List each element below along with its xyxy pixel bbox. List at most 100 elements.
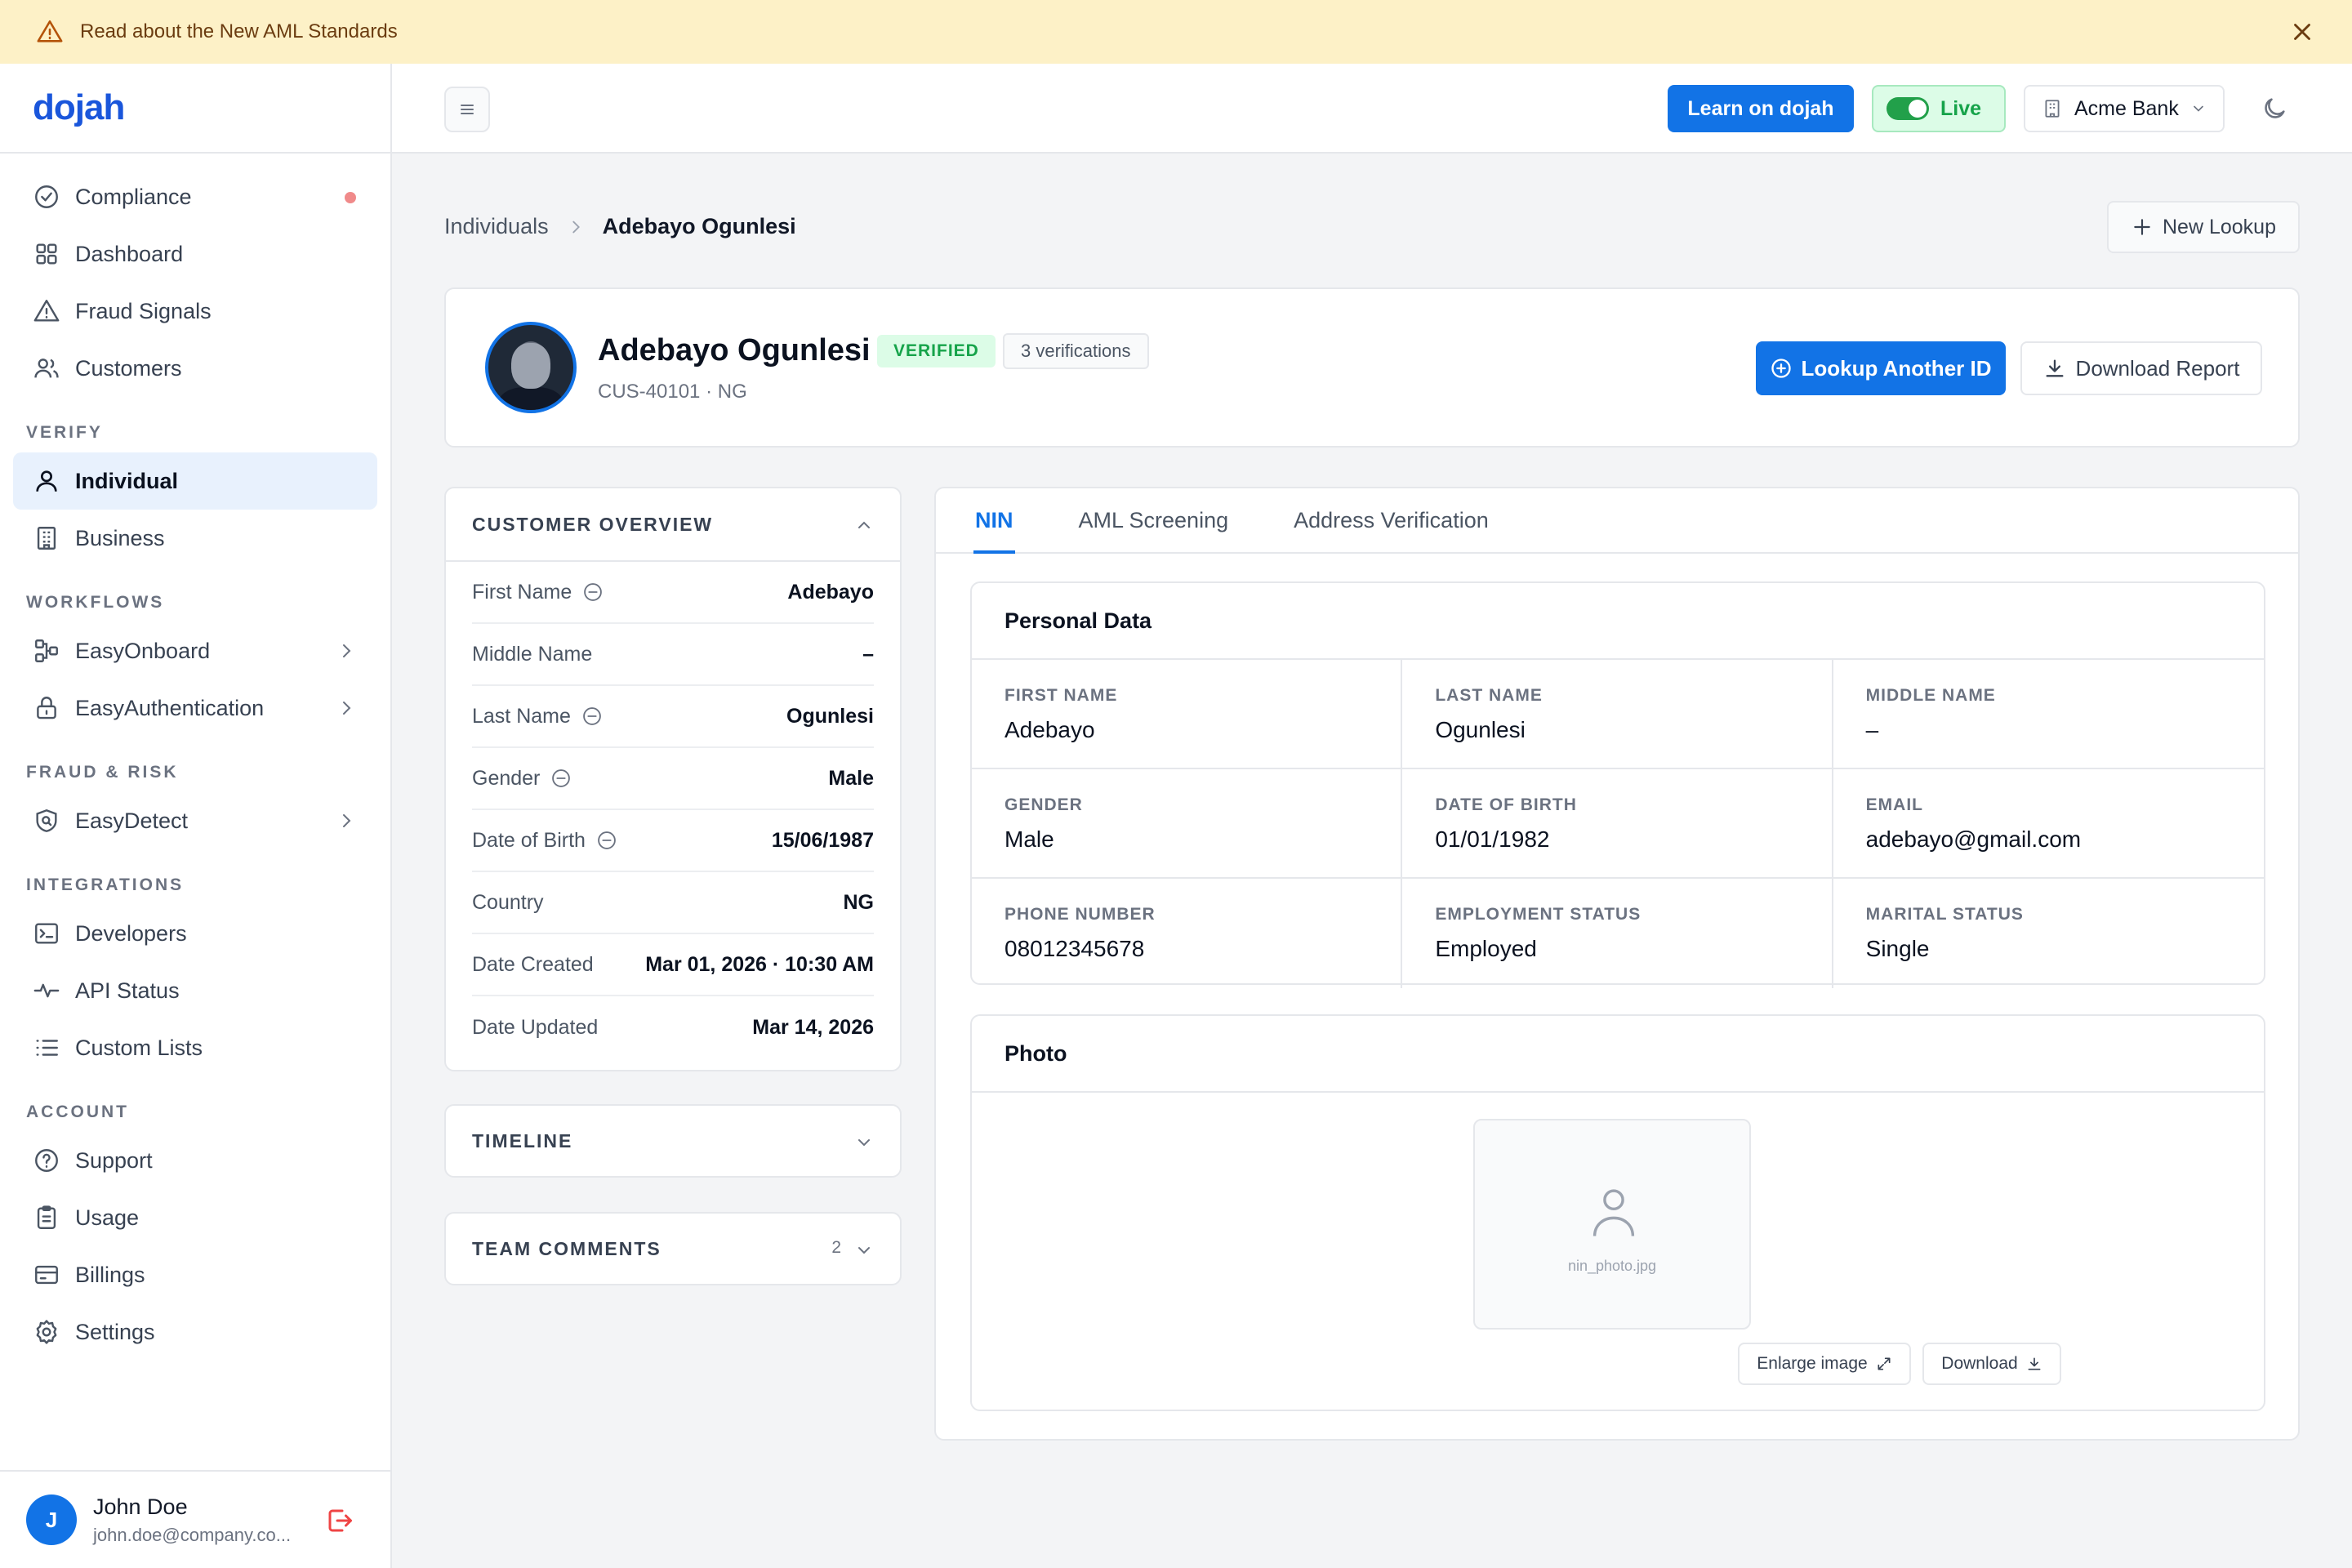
minus-circle-icon[interactable] bbox=[550, 767, 572, 790]
tab-nin[interactable]: NIN bbox=[973, 488, 1014, 554]
chevron-down-icon bbox=[858, 1139, 870, 1147]
section-account: ACCOUNT bbox=[26, 1102, 129, 1121]
menu-toggle-button[interactable] bbox=[444, 87, 490, 132]
label-text: Date Updated bbox=[472, 1015, 599, 1039]
download-photo-button[interactable]: Download bbox=[1922, 1343, 2061, 1385]
sidebar-item-developers[interactable]: Developers bbox=[0, 905, 390, 962]
user-profile[interactable]: J John Doe john.doe@company.co... bbox=[0, 1470, 390, 1568]
overview-label: Middle Name bbox=[472, 643, 592, 666]
customer-overview-header[interactable]: CUSTOMER OVERVIEW bbox=[446, 488, 900, 562]
customer-photo-avatar bbox=[485, 322, 577, 413]
overview-label: Date of Birth bbox=[472, 829, 618, 853]
field-key: GENDER bbox=[1004, 795, 1083, 814]
logout-icon[interactable] bbox=[325, 1506, 354, 1535]
personal-data-grid: FIRST NAME Adebayo LAST NAME Ogunlesi MIDD… bbox=[972, 660, 2264, 988]
overview-value: NG bbox=[843, 890, 875, 914]
overview-value: Male bbox=[828, 766, 874, 790]
data-field: MARITAL STATUS Single bbox=[1833, 879, 2264, 988]
breadcrumb-individuals[interactable]: Individuals bbox=[444, 214, 549, 239]
warning-icon bbox=[37, 20, 63, 42]
hamburger-icon bbox=[461, 105, 474, 114]
terminal-icon bbox=[35, 923, 58, 944]
dojah-logo[interactable]: dojah bbox=[33, 87, 125, 128]
overview-row: Middle Name – bbox=[472, 624, 874, 686]
clipboard-icon bbox=[37, 1205, 56, 1229]
sidebar-item-customers[interactable]: Customers bbox=[0, 340, 390, 397]
sidebar-item-individual[interactable]: Individual bbox=[13, 452, 377, 510]
enlarge-image-button[interactable]: Enlarge image bbox=[1738, 1343, 1911, 1385]
sidebar-item-dashboard[interactable]: Dashboard bbox=[0, 225, 390, 283]
field-key: FIRST NAME bbox=[1004, 686, 1118, 705]
field-key: LAST NAME bbox=[1435, 686, 1543, 705]
sidebar-item-support[interactable]: Support bbox=[0, 1132, 390, 1189]
moon-icon[interactable] bbox=[2261, 95, 2288, 122]
overview-label: First Name bbox=[472, 581, 604, 604]
team-comments-card: TEAM COMMENTS 2 bbox=[444, 1212, 902, 1285]
workflow-icon bbox=[35, 639, 58, 662]
sidebar-item-label: Billings bbox=[75, 1262, 145, 1287]
customer-id: CUS-40101 · NG bbox=[598, 381, 747, 403]
help-circle-icon bbox=[35, 1149, 58, 1172]
enlarge-label: Enlarge image bbox=[1757, 1354, 1868, 1373]
expand-icon bbox=[1878, 1357, 1891, 1370]
live-mode-toggle[interactable]: Live bbox=[1872, 85, 2006, 132]
sidebar-item-fraud-signals[interactable]: Fraud Signals bbox=[0, 283, 390, 340]
overview-value: Mar 14, 2026 bbox=[752, 1015, 874, 1039]
sidebar-item-business[interactable]: Business bbox=[0, 510, 390, 567]
data-field: MIDDLE NAME – bbox=[1833, 660, 2264, 769]
download-icon bbox=[2028, 1357, 2041, 1370]
close-icon[interactable] bbox=[2288, 18, 2316, 46]
field-value: 08012345678 bbox=[1004, 936, 1145, 961]
photo-card: Photo nin_photo.jpg Enlarge image Downlo… bbox=[970, 1014, 2265, 1411]
banner-link[interactable]: Read about the New AML Standards bbox=[80, 20, 398, 43]
download-report-button[interactable]: Download Report bbox=[2020, 341, 2262, 395]
data-field: FIRST NAME Adebayo bbox=[972, 660, 1403, 769]
learn-on-dojah-button[interactable]: Learn on dojah bbox=[1668, 85, 1854, 132]
sidebar-item-api-status[interactable]: API Status bbox=[0, 962, 390, 1019]
label-text: First Name bbox=[472, 580, 572, 604]
tab-aml-screening[interactable]: AML Screening bbox=[1079, 488, 1229, 552]
new-lookup-button[interactable]: New Lookup bbox=[2107, 201, 2300, 253]
download-photo-label: Download bbox=[1941, 1354, 2018, 1373]
minus-circle-icon[interactable] bbox=[595, 829, 618, 852]
data-field: DATE OF BIRTH 01/01/1982 bbox=[1402, 769, 1833, 879]
sidebar-item-easyonboard[interactable]: EasyOnboard bbox=[0, 622, 390, 679]
label-text: Date of Birth bbox=[472, 828, 586, 852]
live-label: Live bbox=[1940, 96, 1982, 120]
toggle-switch[interactable] bbox=[1886, 97, 1929, 120]
sidebar-item-label: Developers bbox=[75, 920, 187, 946]
chevron-right-icon bbox=[343, 814, 351, 827]
sidebar-item-easydetect[interactable]: EasyDetect bbox=[0, 792, 390, 849]
sidebar-item-usage[interactable]: Usage bbox=[0, 1189, 390, 1246]
data-field: EMAIL adebayo@gmail.com bbox=[1833, 769, 2264, 879]
chevron-up-icon bbox=[858, 521, 870, 528]
list-icon bbox=[36, 1040, 58, 1056]
chevron-down-icon bbox=[858, 1247, 870, 1254]
field-value: adebayo@gmail.com bbox=[1865, 826, 2082, 852]
avatar: J bbox=[26, 1494, 77, 1545]
activity-icon bbox=[33, 983, 60, 998]
field-value: Employed bbox=[1435, 936, 1537, 961]
minus-circle-icon[interactable] bbox=[581, 581, 604, 604]
sidebar-item-custom-lists[interactable]: Custom Lists bbox=[0, 1019, 390, 1076]
section-workflows: WORKFLOWS bbox=[26, 593, 165, 612]
team-comments-header[interactable]: TEAM COMMENTS 2 bbox=[446, 1214, 900, 1284]
photo-thumbnail[interactable]: nin_photo.jpg bbox=[1473, 1119, 1751, 1330]
top-bar: Learn on dojah Live Acme Bank bbox=[392, 64, 2352, 154]
lookup-another-id-button[interactable]: Lookup Another ID bbox=[1756, 341, 2006, 395]
tab-address-verification[interactable]: Address Verification bbox=[1294, 488, 1489, 552]
sidebar-item-billings[interactable]: Billings bbox=[0, 1246, 390, 1303]
overview-value: Adebayo bbox=[787, 580, 874, 604]
overview-row: Last Name Ogunlesi bbox=[472, 686, 874, 748]
sidebar-item-compliance[interactable]: Compliance bbox=[0, 168, 390, 225]
sidebar-item-label: Dashboard bbox=[75, 241, 184, 266]
minus-circle-icon[interactable] bbox=[581, 705, 604, 728]
sidebar-item-label: Individual bbox=[75, 468, 179, 493]
organization-selector[interactable]: Acme Bank bbox=[2024, 85, 2225, 132]
timeline-header[interactable]: TIMELINE bbox=[446, 1106, 900, 1176]
sidebar-item-settings[interactable]: Settings bbox=[0, 1303, 390, 1361]
user-email: john.doe@company.co... bbox=[93, 1524, 292, 1545]
sidebar-item-easyauthentication[interactable]: EasyAuthentication bbox=[0, 679, 390, 737]
sidebar-nav: Compliance Dashboard Fraud Signals Custo… bbox=[0, 154, 390, 1361]
sidebar-item-label: API Status bbox=[75, 978, 180, 1003]
